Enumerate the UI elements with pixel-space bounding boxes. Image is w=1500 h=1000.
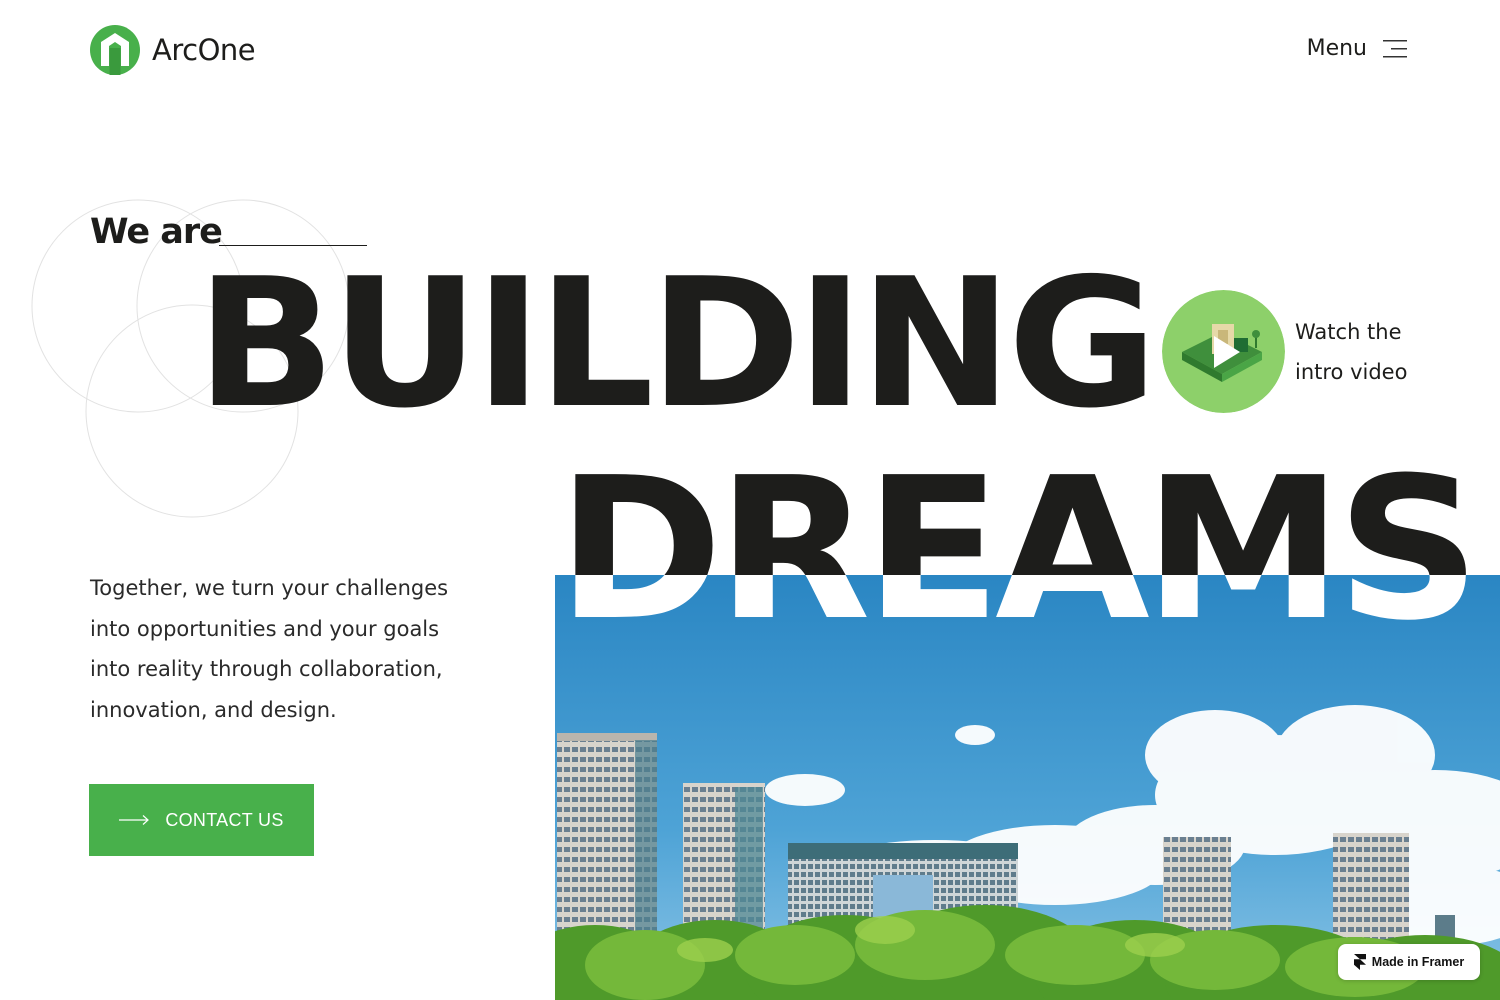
contact-us-label: CONTACT US xyxy=(165,809,284,830)
hero-headline-dreams: DREAMS xyxy=(557,436,1481,575)
framer-icon xyxy=(1353,954,1366,970)
made-in-framer-badge[interactable]: Made in Framer xyxy=(1338,944,1480,980)
hero-description: Together, we turn your challenges into o… xyxy=(90,576,449,722)
hero-headline-dreams-dark: DREAMS xyxy=(0,0,1500,575)
contact-us-button[interactable]: CONTACT US xyxy=(89,784,314,856)
hero-headline-dreams-overlay: DREAMS xyxy=(557,575,1481,648)
arrow-right-icon xyxy=(119,815,150,825)
made-in-framer-label: Made in Framer xyxy=(1371,955,1465,969)
